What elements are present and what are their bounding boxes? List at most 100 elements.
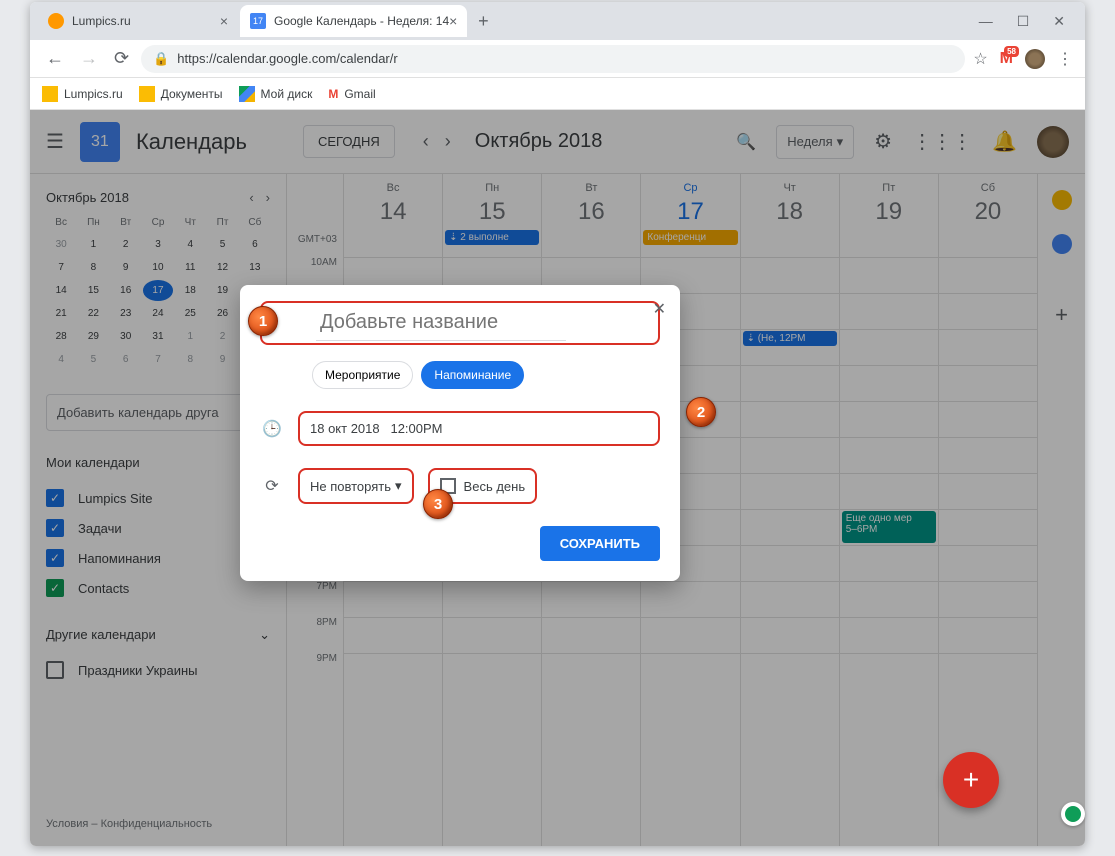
event-chip[interactable]: Конференци: [643, 230, 737, 245]
maximize-icon[interactable]: ☐: [1017, 13, 1030, 30]
mini-day[interactable]: 16: [111, 280, 141, 301]
mini-day[interactable]: 23: [111, 303, 141, 324]
mini-day[interactable]: 15: [78, 280, 108, 301]
calendar-item-tasks[interactable]: ✓Задачи: [46, 513, 270, 543]
mini-day[interactable]: 19: [207, 280, 237, 301]
chip-reminder[interactable]: Напоминание: [421, 361, 524, 389]
search-icon[interactable]: 🔍: [736, 132, 756, 152]
mini-day[interactable]: 7: [143, 349, 173, 370]
minimize-icon[interactable]: —: [979, 13, 993, 30]
forward-icon[interactable]: →: [76, 44, 102, 73]
calendar-item-lumpics[interactable]: ✓Lumpics Site: [46, 483, 270, 513]
tasks-icon[interactable]: [1052, 234, 1072, 254]
menu-dots-icon[interactable]: ⋮: [1057, 49, 1073, 69]
hour-column[interactable]: Еще одно мер5–6PM: [839, 257, 938, 846]
adguard-badge[interactable]: [1061, 802, 1085, 826]
title-input[interactable]: [316, 305, 566, 341]
close-icon[interactable]: ✕: [653, 299, 666, 319]
checkbox-icon[interactable]: ✓: [46, 519, 64, 537]
mini-day[interactable]: 10: [143, 257, 173, 278]
mini-day[interactable]: 2: [207, 326, 237, 347]
reload-icon[interactable]: ⟳: [110, 44, 133, 73]
chip-event[interactable]: Мероприятие: [312, 361, 413, 389]
event[interactable]: Еще одно мер5–6PM: [842, 511, 936, 543]
prev-icon[interactable]: ‹: [249, 190, 253, 205]
mini-day[interactable]: 2: [111, 234, 141, 255]
mini-day[interactable]: 29: [78, 326, 108, 347]
day-column[interactable]: Вс14: [343, 174, 442, 257]
save-button[interactable]: СОХРАНИТЬ: [540, 526, 660, 561]
next-icon[interactable]: ›: [266, 190, 270, 205]
event[interactable]: ⇣ (Не, 12PM: [743, 331, 837, 346]
bookmark-gmail[interactable]: MGmail: [328, 87, 375, 101]
browser-tab-1[interactable]: Lumpics.ru ×: [38, 5, 238, 37]
mini-day[interactable]: 11: [175, 257, 205, 278]
tab-close-icon[interactable]: ×: [449, 13, 457, 29]
gear-icon[interactable]: ⚙: [874, 129, 892, 154]
mini-day[interactable]: 17: [143, 280, 173, 301]
add-friend-calendar-input[interactable]: Добавить календарь друга+: [46, 394, 270, 431]
datetime-field[interactable]: 18 окт 2018 12:00PM: [298, 411, 660, 446]
calendar-item-contacts[interactable]: ✓Contacts: [46, 573, 270, 603]
keep-icon[interactable]: [1052, 190, 1072, 210]
bell-icon[interactable]: 🔔: [992, 129, 1017, 154]
mini-day[interactable]: 7: [46, 257, 76, 278]
calendar-item-reminders[interactable]: ✓Напоминания: [46, 543, 270, 573]
mini-day[interactable]: 31: [143, 326, 173, 347]
view-selector[interactable]: Неделя ▾: [776, 125, 854, 159]
mini-day[interactable]: 5: [207, 234, 237, 255]
mini-day[interactable]: 12: [207, 257, 237, 278]
mini-day[interactable]: 26: [207, 303, 237, 324]
mini-day[interactable]: 6: [240, 234, 270, 255]
checkbox-icon[interactable]: [46, 661, 64, 679]
url-field[interactable]: 🔒 https://calendar.google.com/calendar/r: [141, 45, 965, 73]
back-icon[interactable]: ←: [42, 44, 68, 73]
hamburger-icon[interactable]: ☰: [46, 129, 64, 154]
mini-day[interactable]: 24: [143, 303, 173, 324]
chevron-down-icon[interactable]: ⌄: [259, 627, 270, 643]
checkbox-icon[interactable]: ✓: [46, 489, 64, 507]
event-chip[interactable]: ⇣ 2 выполне: [445, 230, 539, 245]
day-column[interactable]: Пн15⇣ 2 выполне: [442, 174, 541, 257]
day-column[interactable]: Ср17Конференци: [640, 174, 739, 257]
mini-day[interactable]: 9: [207, 349, 237, 370]
mini-day[interactable]: 21: [46, 303, 76, 324]
mini-day[interactable]: 1: [78, 234, 108, 255]
browser-tab-2[interactable]: 17 Google Календарь - Неделя: 14 ×: [240, 5, 467, 37]
day-column[interactable]: Чт18: [740, 174, 839, 257]
mini-day[interactable]: 9: [111, 257, 141, 278]
add-addon-icon[interactable]: +: [1055, 302, 1068, 328]
day-column[interactable]: Сб20: [938, 174, 1037, 257]
mini-day[interactable]: 8: [78, 257, 108, 278]
repeat-selector[interactable]: Не повторять ▾: [298, 468, 414, 504]
day-column[interactable]: Пт19: [839, 174, 938, 257]
calendar-item-holidays[interactable]: Праздники Украины: [46, 655, 270, 685]
next-icon[interactable]: ›: [445, 131, 451, 152]
mini-day[interactable]: 5: [78, 349, 108, 370]
footer-links[interactable]: Условия – Конфиденциальность: [46, 818, 270, 830]
profile-avatar-icon[interactable]: [1025, 49, 1045, 69]
gmail-icon[interactable]: M58: [1000, 50, 1013, 68]
new-tab-button[interactable]: +: [469, 7, 497, 35]
create-fab[interactable]: +: [943, 752, 999, 808]
bookmark-drive[interactable]: Мой диск: [239, 86, 313, 102]
mini-day[interactable]: 30: [111, 326, 141, 347]
close-window-icon[interactable]: ✕: [1053, 13, 1065, 30]
mini-day[interactable]: 28: [46, 326, 76, 347]
mini-day[interactable]: 14: [46, 280, 76, 301]
mini-day[interactable]: 3: [143, 234, 173, 255]
mini-day[interactable]: 13: [240, 257, 270, 278]
mini-day[interactable]: 4: [46, 349, 76, 370]
prev-icon[interactable]: ‹: [423, 131, 429, 152]
mini-day[interactable]: 22: [78, 303, 108, 324]
hour-column[interactable]: ⇣ (Не, 12PM: [740, 257, 839, 846]
mini-day[interactable]: 25: [175, 303, 205, 324]
today-button[interactable]: СЕГОДНЯ: [303, 125, 395, 158]
mini-day[interactable]: 1: [175, 326, 205, 347]
bookmark-lumpics[interactable]: Lumpics.ru: [42, 86, 123, 102]
mini-day[interactable]: 4: [175, 234, 205, 255]
star-icon[interactable]: ☆: [973, 49, 987, 69]
user-avatar[interactable]: [1037, 126, 1069, 158]
mini-day[interactable]: 6: [111, 349, 141, 370]
mini-day[interactable]: 30: [46, 234, 76, 255]
